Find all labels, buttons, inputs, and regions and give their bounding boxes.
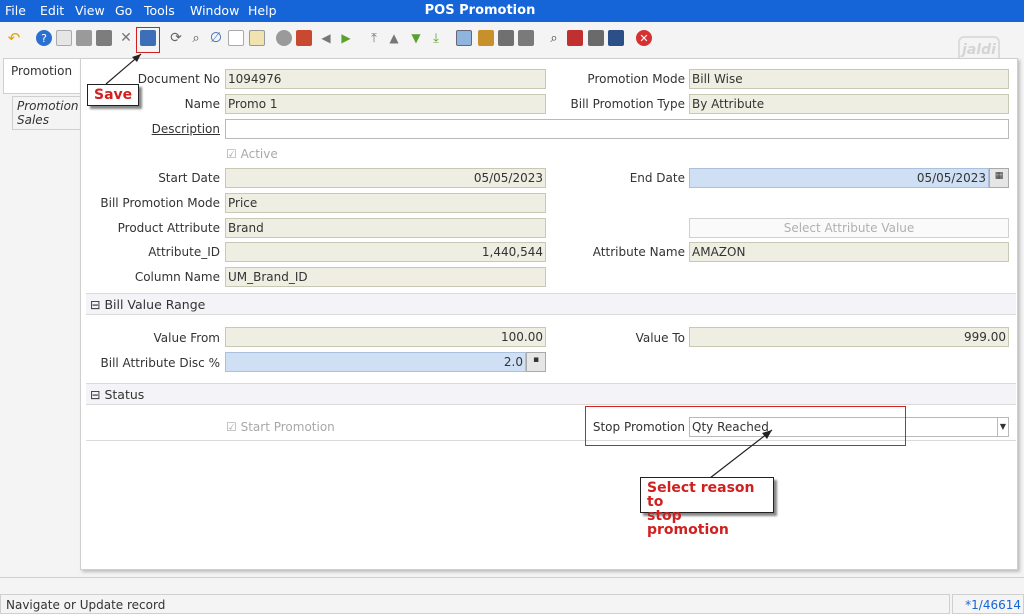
- stop-promotion-arrow-head: [762, 430, 772, 439]
- bottom-separator: [0, 577, 1024, 592]
- record-indicator[interactable]: *1/46614: [952, 594, 1024, 614]
- annotation-arrows: [105, 53, 773, 479]
- select-reason-line-1: Select reason to: [647, 480, 755, 510]
- stop-promotion-arrow: [709, 429, 773, 479]
- status-message: Navigate or Update record: [0, 594, 950, 614]
- select-reason-callout: Select reason to stop promotion: [640, 477, 774, 537]
- save-callout: Save: [87, 84, 140, 106]
- select-reason-line-2: stop promotion: [647, 508, 729, 538]
